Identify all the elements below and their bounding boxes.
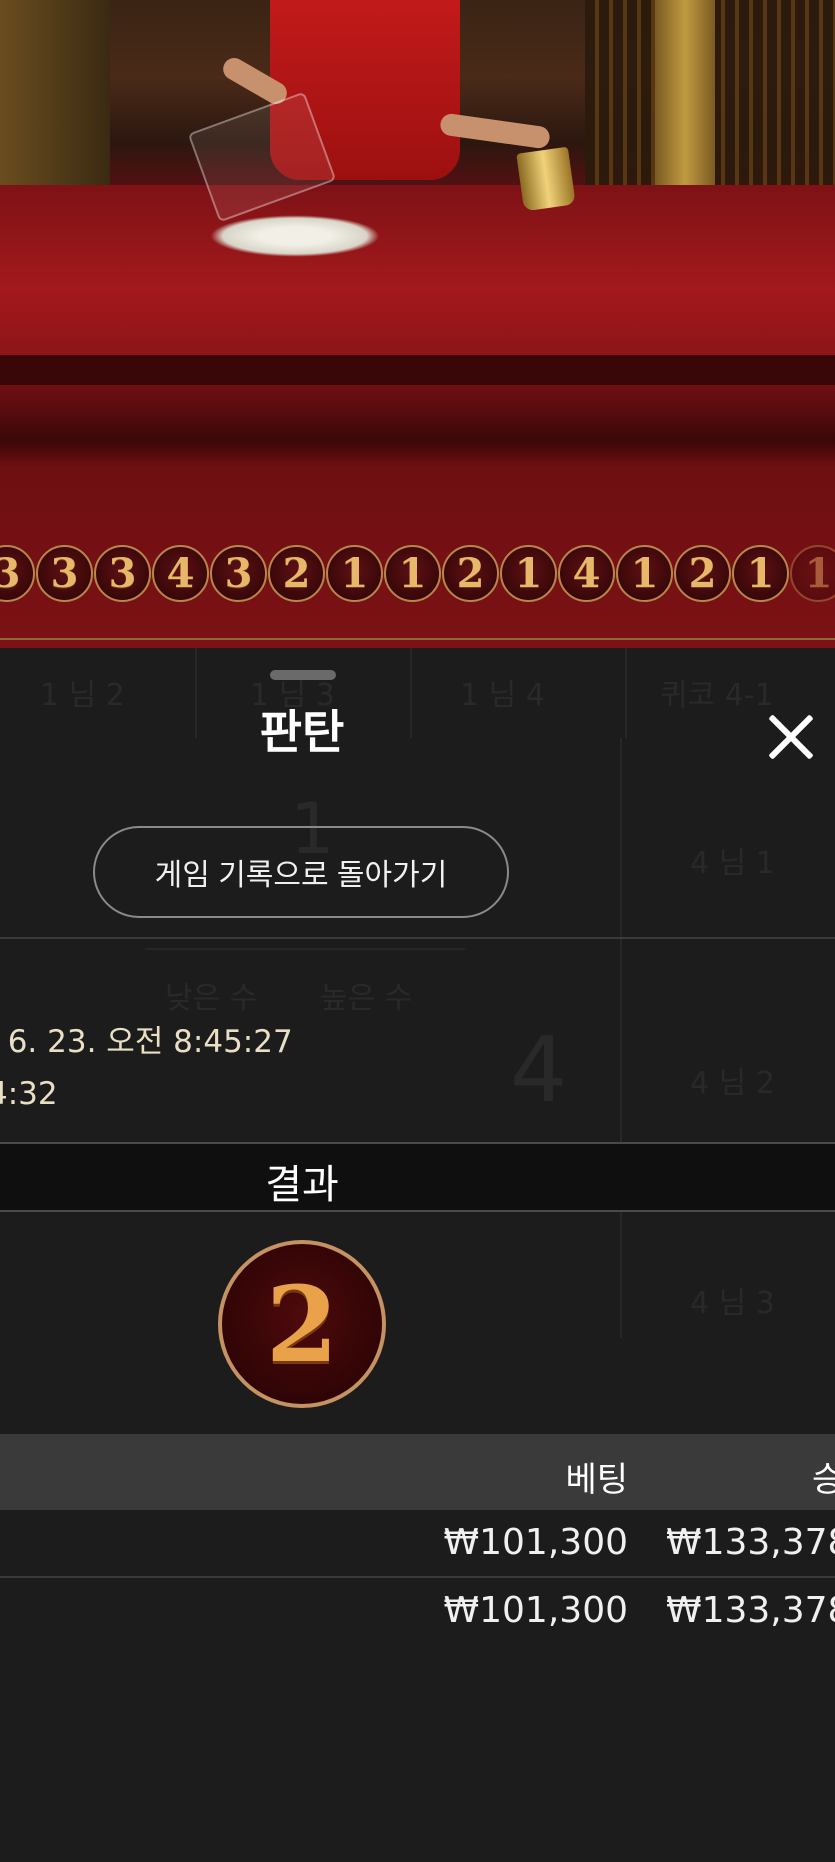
header-bet: 베팅 xyxy=(565,1460,628,1500)
history-ball: 3 xyxy=(210,544,267,602)
wall-panel-left xyxy=(0,0,110,200)
header-win: 승 xyxy=(812,1460,835,1500)
history-ball: 1 xyxy=(326,544,383,602)
strip-divider xyxy=(0,638,835,640)
table-row: ₩101,300 ₩133,378 xyxy=(0,1510,835,1578)
game-table xyxy=(0,185,835,360)
table-edge xyxy=(0,355,835,385)
bet-table-header: 베팅 승 xyxy=(0,1434,835,1510)
history-ball: 2 xyxy=(268,544,325,602)
history-ball: 1 xyxy=(500,544,557,602)
bead-pile xyxy=(210,215,380,257)
panel-title: 판탄 xyxy=(259,705,345,759)
history-ball: 1 xyxy=(384,544,441,602)
table-row: ₩101,300 ₩133,378 xyxy=(0,1578,835,1644)
history-ball: 3 xyxy=(94,544,151,602)
result-label: 결과 xyxy=(265,1162,339,1208)
bet-amount: ₩101,300 xyxy=(443,1590,628,1631)
round-datetime: . 6. 23. 오전 8:45:27 xyxy=(0,1024,293,1060)
history-ball: 1 xyxy=(616,544,673,602)
result-history-strip: 3 3 3 4 3 2 1 1 2 1 4 1 2 1 1 xyxy=(0,538,835,608)
wall-gold-screen xyxy=(655,0,715,200)
round-detail-panel: 판탄 게임 기록으로 돌아가기 . 6. 23. 오전 8:45:27 4:32… xyxy=(0,648,835,1862)
history-ball: 3 xyxy=(36,544,93,602)
result-header: 결과 xyxy=(0,1142,835,1212)
win-amount: ₩133,378 xyxy=(666,1590,835,1631)
bet-amount: ₩101,300 xyxy=(443,1522,628,1563)
history-ball: 2 xyxy=(674,544,731,602)
round-time: 4:32 xyxy=(0,1076,58,1112)
section-divider xyxy=(0,937,835,939)
back-to-history-button[interactable]: 게임 기록으로 돌아가기 xyxy=(93,826,509,918)
history-ball: 1 xyxy=(790,544,835,602)
history-ball: 4 xyxy=(558,544,615,602)
history-ball: 3 xyxy=(0,544,35,602)
win-amount: ₩133,378 xyxy=(666,1522,835,1563)
history-ball: 1 xyxy=(732,544,789,602)
close-icon[interactable] xyxy=(764,710,818,764)
history-ball: 2 xyxy=(442,544,499,602)
drag-handle[interactable] xyxy=(270,670,336,680)
gold-cup xyxy=(516,146,576,212)
result-ball: 2 xyxy=(218,1240,386,1408)
history-ball: 4 xyxy=(152,544,209,602)
